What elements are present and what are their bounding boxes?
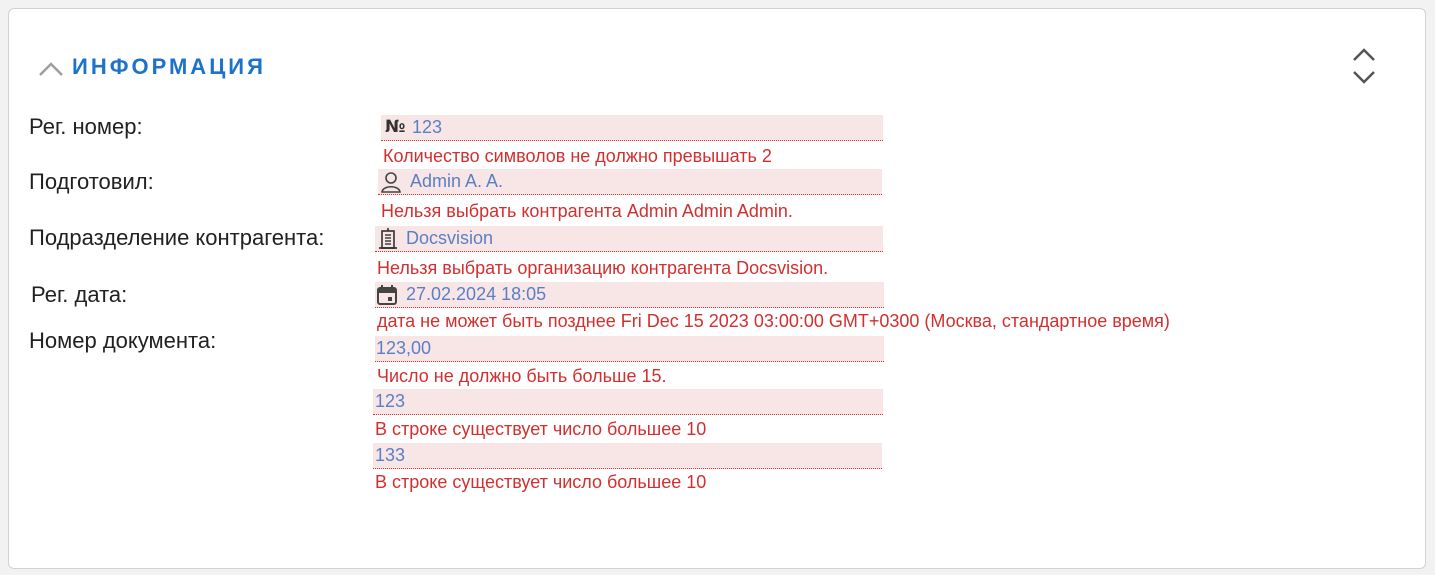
doc-number-error-1: Число не должно быть больше 15. xyxy=(377,366,667,386)
prepared-by-field[interactable]: Admin A. A. xyxy=(378,169,882,195)
doc-number-value-3: 133 xyxy=(375,445,406,465)
doc-number-error-3: В строке существует число большее 10 xyxy=(375,472,707,492)
doc-number-field-3[interactable]: 133 xyxy=(373,443,882,469)
number-sign-icon: № xyxy=(385,117,406,137)
department-field[interactable]: Docsvision xyxy=(375,226,883,252)
reg-date-label: Рег. дата: xyxy=(31,282,128,307)
doc-number-field-2[interactable]: 123 xyxy=(373,389,883,415)
reg-date-field[interactable]: 27.02.2024 18:05 xyxy=(375,282,884,308)
reg-number-field[interactable]: № 123 xyxy=(381,115,883,141)
reg-number-label: Рег. номер: xyxy=(29,114,143,139)
doc-number-field-1[interactable]: 123,00 xyxy=(375,336,884,362)
department-error: Нельзя выбрать организацию контрагента D… xyxy=(377,258,829,278)
department-label: Подразделение контрагента: xyxy=(29,225,325,250)
doc-number-value-2: 123 xyxy=(375,391,406,411)
doc-number-error-2: В строке существует число большее 10 xyxy=(375,419,707,439)
section-title[interactable]: ИНФОРМАЦИЯ xyxy=(72,52,266,82)
user-icon xyxy=(381,172,401,193)
chevron-up-icon[interactable] xyxy=(36,55,66,85)
doc-number-value-1: 123,00 xyxy=(376,338,432,358)
prepared-by-error: Нельзя выбрать контрагента Admin Admin A… xyxy=(381,201,793,221)
calendar-icon xyxy=(377,285,397,305)
department-value: Docsvision xyxy=(406,228,494,248)
prepared-by-label: Подготовил: xyxy=(29,169,154,194)
reg-number-error: Количество символов не должно превышать … xyxy=(383,146,772,166)
expand-collapse-icon[interactable] xyxy=(1346,44,1382,88)
building-icon xyxy=(379,228,397,249)
reg-date-value: 27.02.2024 18:05 xyxy=(406,284,547,304)
reg-date-error: дата не может быть позднее Fri Dec 15 20… xyxy=(377,311,1170,331)
doc-number-label: Номер документа: xyxy=(29,328,217,353)
reg-number-value: 123 xyxy=(412,117,443,137)
prepared-by-value: Admin A. A. xyxy=(410,171,504,191)
